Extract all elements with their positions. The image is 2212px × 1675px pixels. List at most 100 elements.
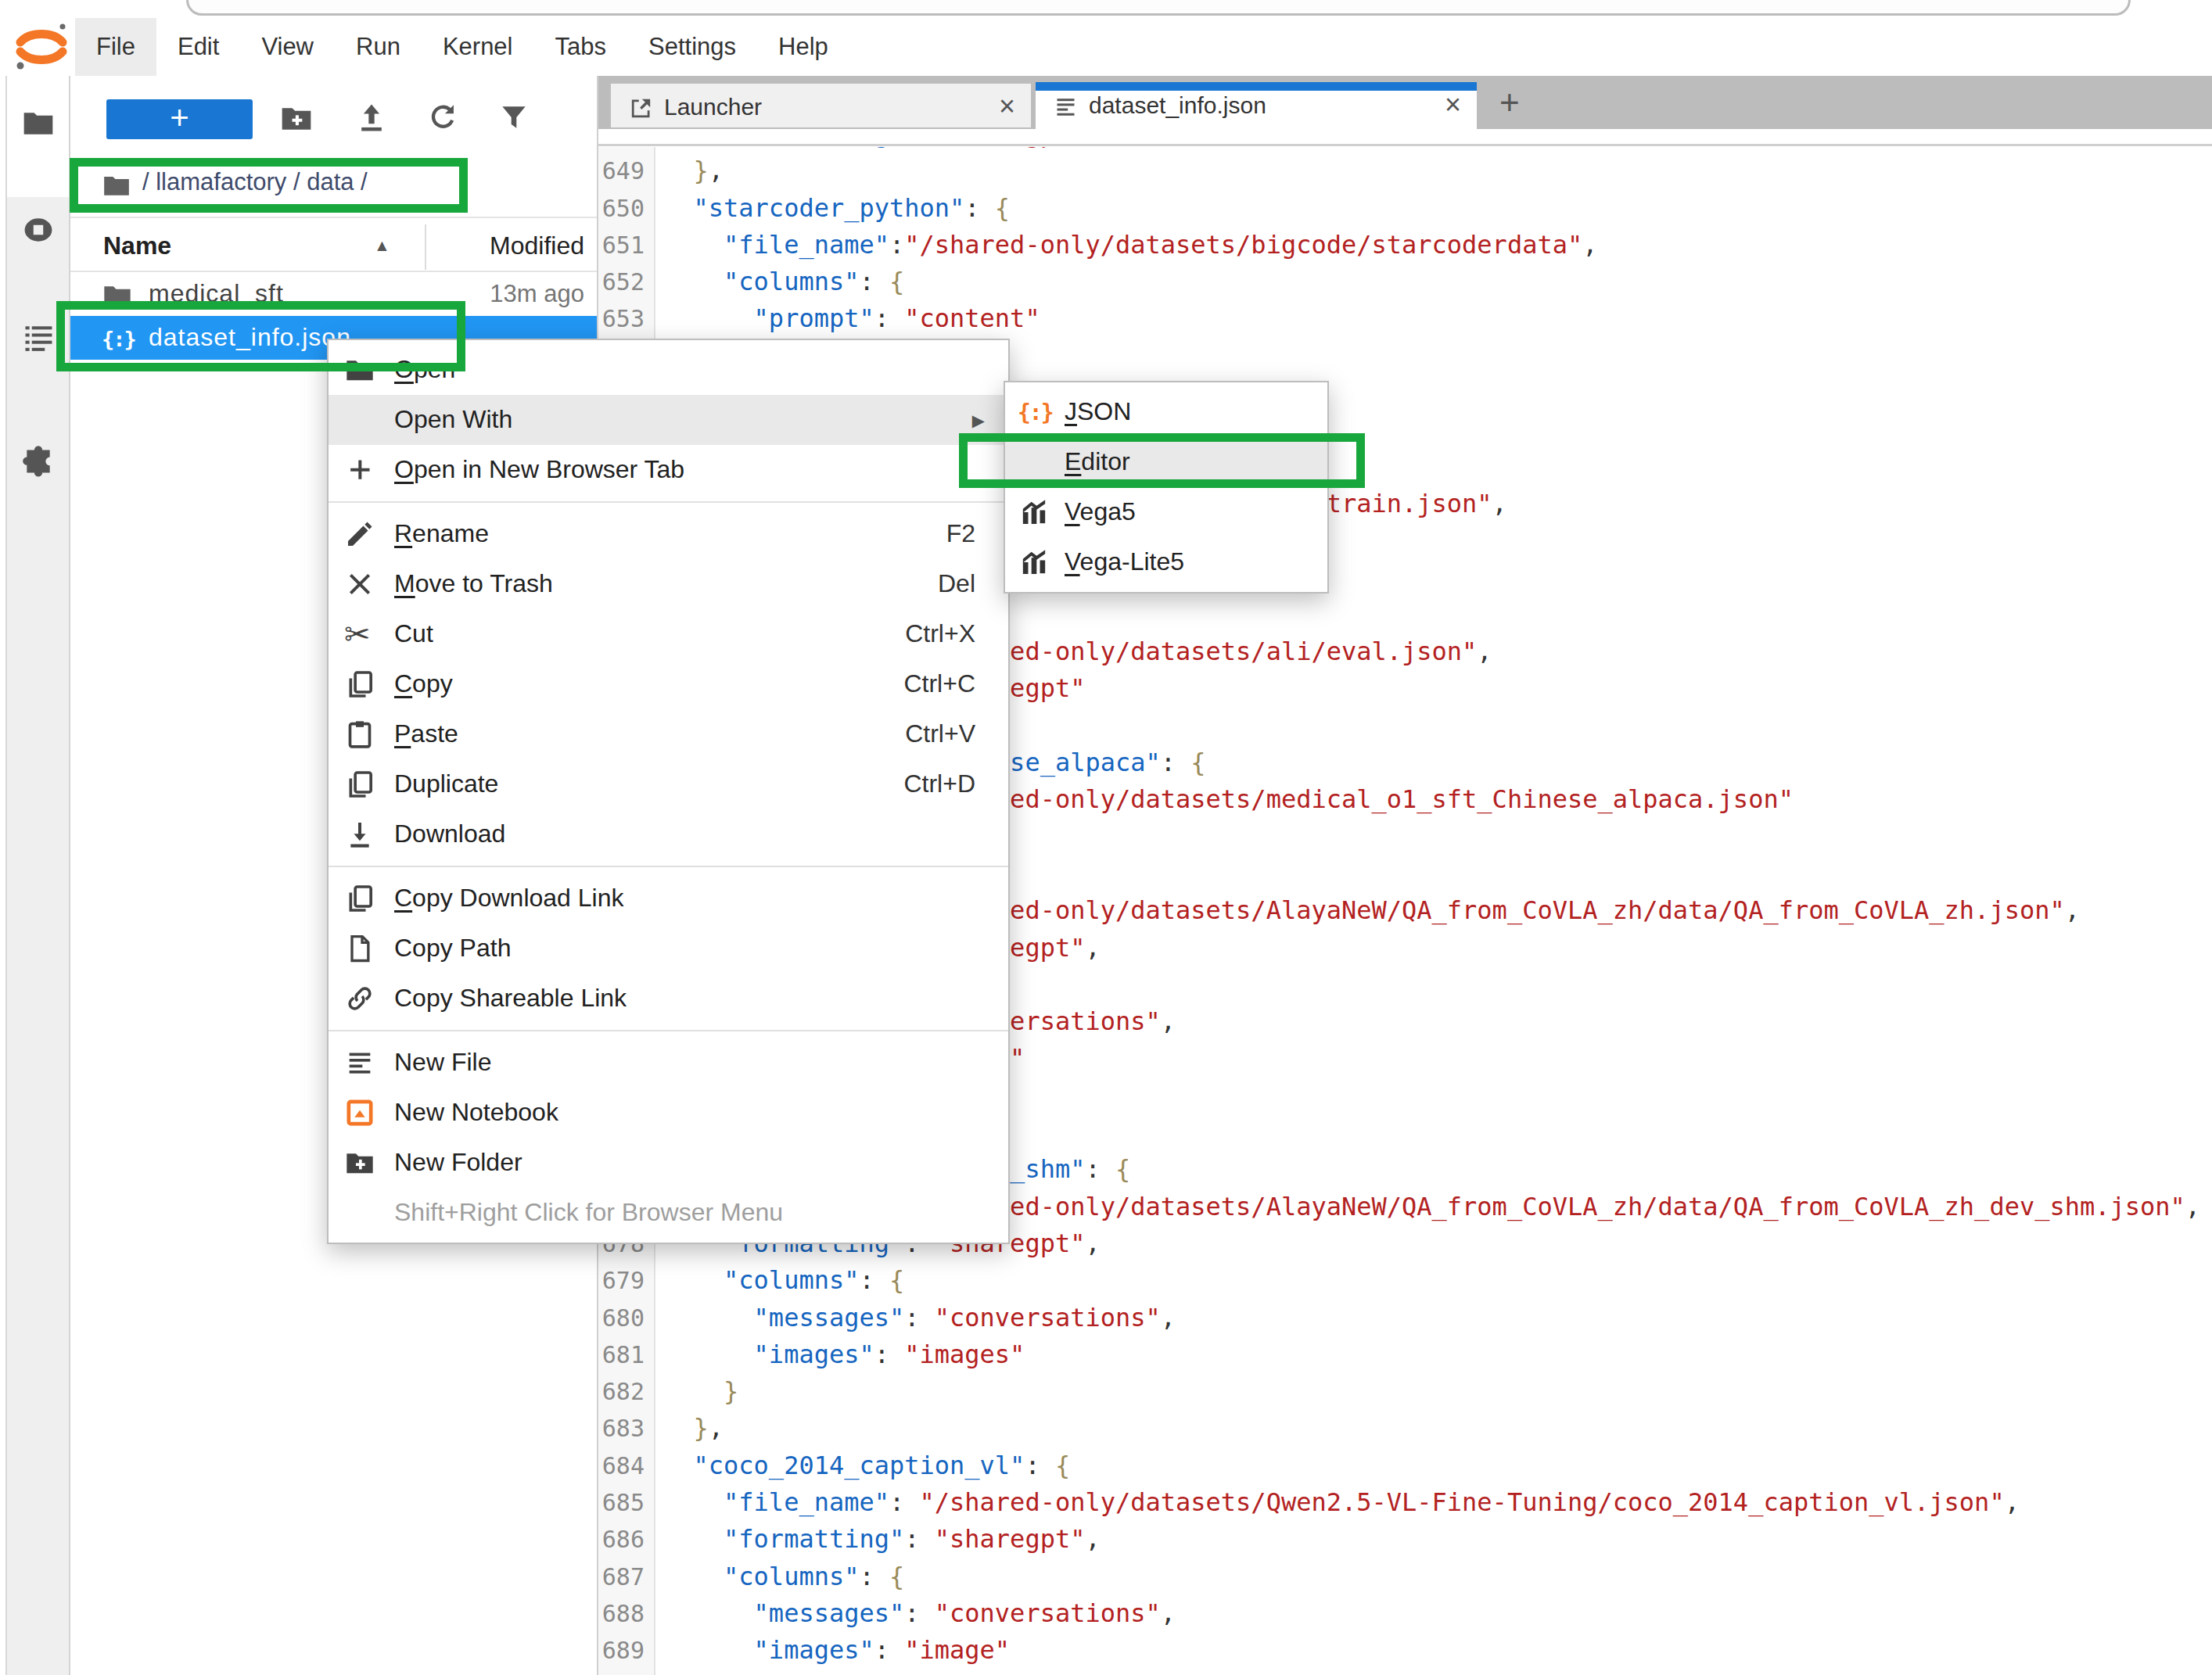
tab-launcher-label: Launcher xyxy=(664,94,762,120)
table-of-contents-icon[interactable] xyxy=(20,321,57,355)
menu-item-label: New File xyxy=(394,1048,491,1077)
menu-item-label: New Notebook xyxy=(394,1098,558,1127)
submenu-item-label: Vega-Lite5 xyxy=(1065,547,1184,576)
chart-icon xyxy=(1018,547,1050,578)
file-modified: 13m ago xyxy=(490,280,584,308)
menu-item-label: Copy Path xyxy=(394,934,511,963)
menu-item-copy-download-link[interactable]: Copy Download Link xyxy=(329,873,1008,924)
tab-bar: Launcher × dataset_info.json × + xyxy=(598,76,2212,129)
new-folder-icon[interactable] xyxy=(279,101,314,135)
menu-item-paste[interactable]: Paste Ctrl+V xyxy=(329,709,1008,759)
upload-icon[interactable] xyxy=(354,101,389,135)
refresh-icon[interactable] xyxy=(426,101,460,135)
running-kernels-icon[interactable] xyxy=(20,213,57,247)
tab-launcher[interactable]: Launcher × xyxy=(609,82,1032,129)
menu-kernel[interactable]: Kernel xyxy=(422,18,534,76)
menu-item-shift-right-click-for-browser-menu: Shift+Right Click for Browser Menu xyxy=(329,1188,1008,1238)
menu-item-download[interactable]: Download xyxy=(329,809,1008,859)
menu-view[interactable]: View xyxy=(240,18,335,76)
submenu-item-vega5[interactable]: Vega5 xyxy=(1005,487,1327,537)
menu-help[interactable]: Help xyxy=(757,18,849,76)
menu-item-label: Open With xyxy=(394,405,512,434)
menu-item-label: Paste xyxy=(394,719,458,748)
notebook-icon xyxy=(344,1097,375,1128)
pencil-icon xyxy=(344,518,375,550)
menu-item-shortcut: Ctrl+V xyxy=(905,719,975,748)
annotation-box-dataset-row xyxy=(56,301,465,371)
column-header-modified[interactable]: Modified xyxy=(490,231,584,260)
sort-ascending-icon: ▲ xyxy=(374,236,390,255)
copy-icon xyxy=(344,669,375,700)
file-list-header: Name ▲ Modified xyxy=(70,217,598,272)
link-icon xyxy=(344,983,375,1014)
menu-tabs[interactable]: Tabs xyxy=(534,18,627,76)
menu-edit[interactable]: Edit xyxy=(156,18,240,76)
scissors-icon: ✂ xyxy=(344,619,375,650)
tab-dataset-info-json[interactable]: dataset_info.json × xyxy=(1036,82,1477,129)
submenu-arrow-icon: ▶ xyxy=(972,411,985,430)
submenu-item-vega-lite5[interactable]: Vega-Lite5 xyxy=(1005,537,1327,587)
new-launcher-button[interactable]: + xyxy=(106,99,253,139)
menu-run[interactable]: Run xyxy=(335,18,422,76)
browser-omnibox-edge xyxy=(186,0,2131,16)
menu-item-copy-path[interactable]: Copy Path xyxy=(329,924,1008,974)
menu-item-shortcut: Ctrl+X xyxy=(905,619,975,648)
menu-file[interactable]: File xyxy=(75,18,156,76)
tab-dataset-close-icon[interactable]: × xyxy=(1445,88,1461,121)
menu-item-open-with[interactable]: Open With ▶ xyxy=(329,395,1008,445)
menu-item-shortcut: Ctrl+C xyxy=(903,669,975,698)
menu-item-new-file[interactable]: New File xyxy=(329,1038,1008,1088)
menu-item-new-folder[interactable]: New Folder xyxy=(329,1138,1008,1188)
submenu-item-label: JSON xyxy=(1065,397,1131,426)
menu-item-label: Shift+Right Click for Browser Menu xyxy=(394,1198,783,1227)
new-tab-icon[interactable]: + xyxy=(1499,85,1520,120)
menu-item-cut[interactable]: ✂ Cut Ctrl+X xyxy=(329,609,1008,659)
menu-item-shortcut: Ctrl+D xyxy=(903,769,975,798)
menu-item-open-in-new-browser-tab[interactable]: Open in New Browser Tab xyxy=(329,445,1008,495)
extensions-icon[interactable] xyxy=(20,443,57,478)
annotation-box-editor-item xyxy=(959,433,1365,488)
menu-separator xyxy=(329,1030,1008,1031)
json-icon: {:} xyxy=(1018,396,1050,428)
menu-item-move-to-trash[interactable]: Move to TrashDel xyxy=(329,559,1008,609)
column-divider xyxy=(425,224,426,270)
menu-item-label: Cut xyxy=(394,619,433,648)
browser-chrome-strip xyxy=(0,0,2212,18)
launcher-icon xyxy=(628,95,654,121)
menu-item-label: Move to Trash xyxy=(394,569,553,598)
text-file-icon xyxy=(1053,94,1079,120)
filter-icon[interactable] xyxy=(497,101,531,135)
doc-icon xyxy=(344,933,375,964)
submenu-item-label: Vega5 xyxy=(1065,497,1136,526)
menu-separator xyxy=(329,501,1008,503)
menu-item-label: Duplicate xyxy=(394,769,498,798)
menu-item-label: Copy Shareable Link xyxy=(394,984,627,1013)
menu-item-label: Copy Download Link xyxy=(394,884,624,913)
duplicate-icon xyxy=(344,769,375,800)
menu-item-label: Rename xyxy=(394,519,489,548)
tab-bar-divider xyxy=(598,144,2212,146)
menu-item-duplicate[interactable]: Duplicate Ctrl+D xyxy=(329,759,1008,809)
menu-item-label: Copy xyxy=(394,669,453,698)
jupyter-logo-icon xyxy=(14,21,69,73)
menu-item-rename[interactable]: RenameF2 xyxy=(329,509,1008,559)
menu-item-label: Open in New Browser Tab xyxy=(394,455,684,484)
column-header-name[interactable]: Name xyxy=(103,231,171,260)
menu-settings[interactable]: Settings xyxy=(627,18,757,76)
menu-item-new-notebook[interactable]: New Notebook xyxy=(329,1088,1008,1138)
menu-item-copy[interactable]: Copy Ctrl+C xyxy=(329,659,1008,709)
tab-dataset-label: dataset_info.json xyxy=(1089,92,1266,119)
annotation-box-breadcrumb xyxy=(70,158,468,213)
context-menu: OpenOpen With▶Open in New Browser TabRen… xyxy=(327,339,1010,1244)
tab-launcher-close-icon[interactable]: × xyxy=(999,90,1015,123)
file-browser-icon[interactable] xyxy=(20,106,57,140)
menu-item-copy-shareable-link[interactable]: Copy Shareable Link xyxy=(329,974,1008,1024)
doc-lines-icon xyxy=(344,1047,375,1078)
plus-icon xyxy=(344,454,375,486)
menu-item-label: Download xyxy=(394,820,505,848)
menu-separator xyxy=(329,866,1008,867)
clipboard-icon xyxy=(344,719,375,750)
chart-icon xyxy=(1018,497,1050,528)
submenu-item-json[interactable]: {:} JSON xyxy=(1005,387,1327,437)
menu-items: FileEditViewRunKernelTabsSettingsHelp xyxy=(75,18,849,76)
